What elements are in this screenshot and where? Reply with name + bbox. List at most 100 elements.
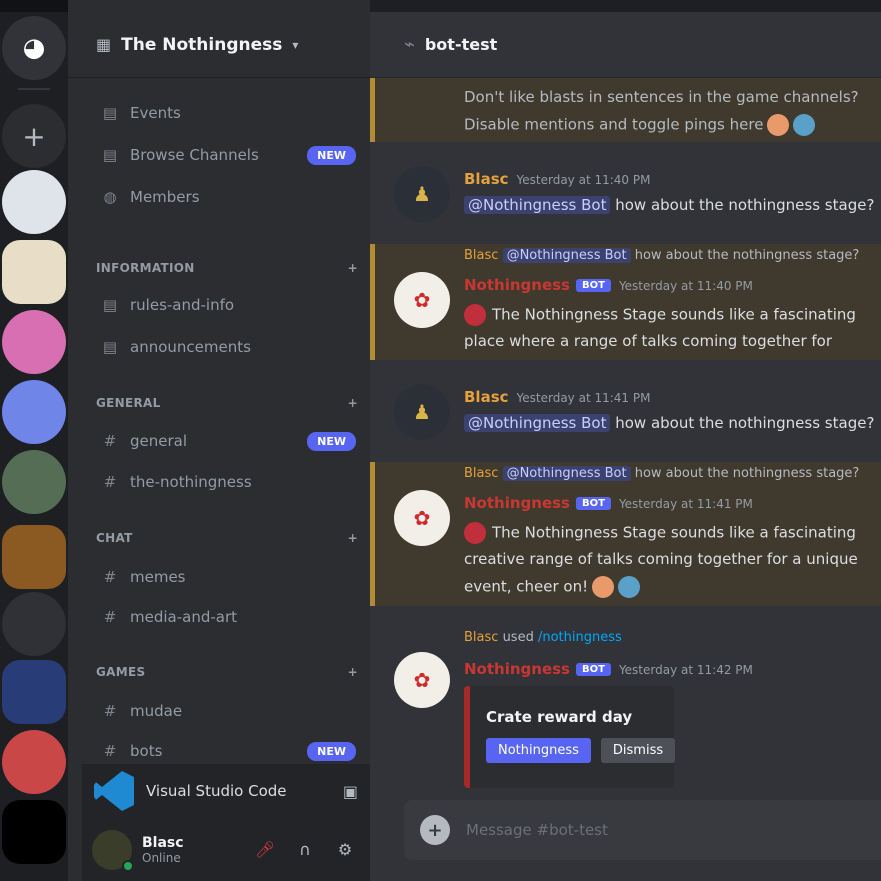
category-label: Information: [96, 261, 195, 275]
server-icon-2[interactable]: [2, 240, 66, 304]
server-icon-8[interactable]: [2, 660, 66, 724]
rail-divider: [18, 88, 50, 90]
reply-author[interactable]: Blasc: [464, 248, 498, 263]
headphones-icon[interactable]: ∩: [290, 835, 320, 865]
bot-badge: BOT: [575, 663, 611, 676]
message-line-2: place where a range of talks coming toge…: [464, 332, 833, 350]
channel-memes[interactable]: # memes: [92, 560, 362, 594]
channel-the-nothingness[interactable]: # the-nothingness: [92, 465, 362, 499]
message-line-1-wrap: The Nothingness Stage sounds like a fasc…: [464, 522, 856, 544]
message-line-2: creative range of talks coming together …: [464, 550, 858, 568]
server-icon-7[interactable]: [2, 592, 66, 656]
megaphone-icon: ▤: [102, 338, 118, 356]
message-composer[interactable]: + Message #bot-test: [404, 800, 881, 860]
bot-badge: BOT: [575, 279, 611, 292]
message-author[interactable]: Nothingness: [464, 494, 570, 512]
message-timestamp: Yesterday at 11:41 PM: [618, 497, 753, 511]
mention[interactable]: @Nothingness Bot: [464, 196, 611, 214]
server-icon-9[interactable]: [2, 730, 66, 794]
message-line-3-wrap: event, cheer on!: [464, 576, 641, 598]
reply-author[interactable]: Blasc: [464, 630, 498, 645]
category-games[interactable]: Games +: [96, 662, 358, 682]
user-avatar[interactable]: ♟: [394, 384, 450, 440]
thread-icon: ⌁: [404, 34, 415, 55]
channel-events[interactable]: ▤ Events: [92, 96, 362, 130]
embed-secondary-button[interactable]: Dismiss: [600, 738, 676, 763]
category-chat[interactable]: Chat +: [96, 528, 358, 548]
server-icon-6[interactable]: [2, 525, 66, 589]
discord-home-icon[interactable]: ◕: [2, 16, 66, 80]
bot-avatar[interactable]: ✿: [394, 652, 450, 708]
channel-announcements[interactable]: ▤ announcements: [92, 330, 362, 364]
system-message: Don't like blasts in sentences in the ga…: [370, 78, 881, 142]
message-highlighted: ✿ Blasc @Nothingness Bot how about the n…: [370, 244, 881, 360]
server-icon-4[interactable]: [2, 380, 66, 444]
message-author[interactable]: Blasc: [464, 170, 509, 188]
members-icon: ◍: [103, 188, 117, 206]
channel-mudae[interactable]: # mudae: [92, 694, 362, 728]
channel-label: Browse Channels: [130, 146, 259, 164]
activity-expand-icon[interactable]: ▣: [343, 782, 358, 801]
mention[interactable]: @Nothingness Bot: [502, 466, 631, 481]
message-author[interactable]: Nothingness: [464, 276, 570, 294]
channel-general[interactable]: # general NEW: [92, 424, 362, 458]
message-content: @Nothingness Bot how about the nothingne…: [464, 414, 874, 432]
add-server-icon[interactable]: +: [2, 104, 66, 168]
mention[interactable]: @Nothingness Bot: [464, 414, 611, 432]
bot-badge: BOT: [575, 497, 611, 510]
hash-icon: #: [103, 608, 117, 626]
server-icon-10[interactable]: [2, 800, 66, 864]
category-label: Games: [96, 665, 146, 679]
slash-command[interactable]: /nothingness: [538, 630, 622, 645]
message-content: @Nothingness Bot how about the nothingne…: [464, 196, 874, 214]
browse-icon: ▤: [102, 146, 118, 164]
channel-rules[interactable]: ▤ rules-and-info: [92, 288, 362, 322]
server-icon-1[interactable]: [2, 170, 66, 234]
heart-icon: [464, 522, 486, 544]
embed-primary-button[interactable]: Nothingness: [486, 738, 591, 763]
bot-avatar[interactable]: ✿: [394, 272, 450, 328]
category-label: General: [96, 396, 161, 410]
server-icon-5[interactable]: [2, 450, 66, 514]
reply-action: used: [502, 630, 534, 645]
user-avatar[interactable]: ♟: [394, 166, 450, 222]
bot-avatar[interactable]: ✿: [394, 490, 450, 546]
emoji-icon: [618, 576, 641, 598]
mention[interactable]: @Nothingness Bot: [502, 248, 631, 263]
mic-muted-icon[interactable]: 🎤︎: [250, 835, 280, 865]
server-icon-3[interactable]: [2, 310, 66, 374]
activity-panel: Visual Studio Code ▣: [82, 764, 370, 818]
channel-browse[interactable]: ▤ Browse Channels NEW: [92, 138, 362, 172]
message-highlighted: ✿ Blasc @Nothingness Bot how about the n…: [370, 462, 881, 606]
category-information[interactable]: Information +: [96, 258, 358, 278]
gear-icon[interactable]: ⚙: [330, 835, 360, 865]
message-header: Nothingness BOT Yesterday at 11:42 PM: [464, 660, 753, 678]
calendar-icon: ▤: [102, 104, 118, 122]
add-channel-icon[interactable]: +: [348, 665, 358, 679]
user-avatar[interactable]: [92, 829, 134, 872]
guild-header[interactable]: ▦ The Nothingness ▾: [68, 12, 370, 78]
channel-members[interactable]: ◍ Members: [92, 180, 362, 214]
message-author[interactable]: Blasc: [464, 388, 509, 406]
add-channel-icon[interactable]: +: [348, 261, 358, 275]
message: ♟ Blasc Yesterday at 11:40 PM @Nothingnes…: [370, 160, 881, 232]
discord-window: ◕ + ▦ The Nothingness ▾ ▤ Events ▤ Brows…: [0, 0, 881, 881]
user-panel: Blasc Online 🎤︎ ∩ ⚙: [82, 818, 370, 881]
chat-channel-name: bot-test: [424, 35, 498, 54]
new-badge: NEW: [307, 741, 356, 761]
category-general[interactable]: General +: [96, 393, 358, 413]
rail-top: [0, 0, 68, 12]
reply-author[interactable]: Blasc: [464, 466, 498, 481]
message-input[interactable]: Message #bot-test: [466, 821, 608, 839]
channel-bots[interactable]: # bots NEW: [92, 734, 362, 768]
message-timestamp: Yesterday at 11:40 PM: [516, 173, 651, 187]
channel-label: general: [130, 432, 188, 450]
channel-media[interactable]: # media-and-art: [92, 600, 362, 634]
message-author[interactable]: Nothingness: [464, 660, 570, 678]
channel-label: media-and-art: [130, 608, 238, 626]
add-channel-icon[interactable]: +: [348, 531, 358, 545]
channel-label: Members: [130, 188, 200, 206]
emoji-icon: [793, 114, 816, 136]
add-channel-icon[interactable]: +: [348, 396, 358, 410]
plus-icon[interactable]: +: [420, 815, 450, 845]
